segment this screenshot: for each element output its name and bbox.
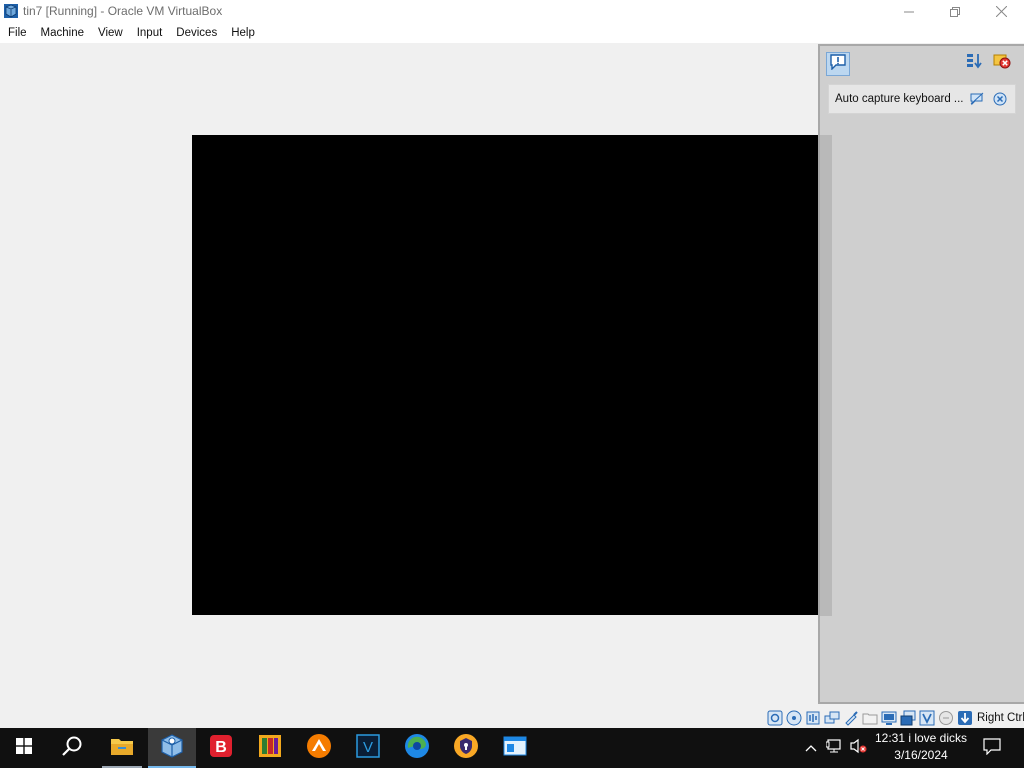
title-bar[interactable]: tin7 [Running] - Oracle VM VirtualBox bbox=[0, 0, 1024, 23]
svg-text:V: V bbox=[363, 739, 373, 756]
display-icon[interactable] bbox=[880, 709, 898, 727]
close-notification-icon[interactable] bbox=[993, 92, 1007, 106]
virtualbox-window: tin7 [Running] - Oracle VM VirtualBox Fi… bbox=[0, 0, 1024, 728]
taskbar-bitdefender[interactable]: B bbox=[197, 728, 245, 768]
window-app-icon bbox=[503, 736, 527, 761]
taskbar-file-explorer[interactable] bbox=[98, 728, 146, 768]
audio-icon[interactable] bbox=[804, 709, 822, 727]
virtualbox-icon bbox=[159, 733, 185, 764]
show-hidden-icons-button[interactable] bbox=[800, 728, 822, 768]
sort-notifications-button[interactable] bbox=[963, 53, 985, 73]
notification-tray-icon bbox=[983, 737, 1001, 760]
window-title: tin7 [Running] - Oracle VM VirtualBox bbox=[23, 4, 223, 18]
mouse-integration-icon[interactable] bbox=[937, 709, 955, 727]
edge-icon bbox=[404, 733, 430, 764]
taskbar-edge[interactable] bbox=[393, 728, 441, 768]
recording-icon[interactable] bbox=[899, 709, 917, 727]
v-app-icon: V bbox=[356, 733, 380, 763]
menu-bar: File Machine View Input Devices Help bbox=[0, 23, 1024, 43]
menu-view[interactable]: View bbox=[91, 23, 130, 43]
windows-logo-icon bbox=[16, 737, 32, 759]
clear-all-notifications-button[interactable] bbox=[991, 53, 1013, 73]
keyboard-icon[interactable] bbox=[956, 709, 974, 727]
search-button[interactable] bbox=[48, 728, 96, 768]
bitdefender-icon: B bbox=[209, 734, 233, 763]
guest-display-edge bbox=[820, 135, 832, 616]
shield-app-icon bbox=[453, 733, 479, 764]
host-key-label[interactable]: Right Ctrl bbox=[977, 712, 1024, 724]
start-button[interactable] bbox=[0, 728, 48, 768]
minimize-button[interactable] bbox=[886, 0, 932, 23]
action-center-button[interactable] bbox=[978, 728, 1006, 768]
network-icon[interactable] bbox=[823, 709, 841, 727]
usb-icon[interactable] bbox=[842, 709, 860, 727]
notification-item[interactable]: Auto capture keyboard ... bbox=[828, 84, 1016, 114]
archive-app-icon bbox=[258, 734, 282, 763]
taskbar-app-blue-window[interactable] bbox=[491, 728, 539, 768]
menu-machine[interactable]: Machine bbox=[34, 23, 91, 43]
search-icon bbox=[61, 735, 83, 762]
folder-icon bbox=[110, 736, 134, 761]
notification-icon bbox=[829, 53, 847, 75]
taskbar-app-shield[interactable] bbox=[442, 728, 490, 768]
taskbar-clock[interactable]: 12:31 i love dicks 3/16/2024 bbox=[866, 730, 976, 766]
menu-devices[interactable]: Devices bbox=[169, 23, 224, 43]
optical-drive-icon[interactable] bbox=[785, 709, 803, 727]
taskbar-app-round-orange[interactable] bbox=[295, 728, 343, 768]
taskbar-app-v[interactable]: V bbox=[344, 728, 392, 768]
taskbar-app-orange[interactable] bbox=[246, 728, 294, 768]
virtualization-icon[interactable] bbox=[918, 709, 936, 727]
orange-circle-app-icon bbox=[306, 733, 332, 764]
clear-all-icon bbox=[993, 52, 1011, 75]
restore-button[interactable] bbox=[932, 0, 978, 23]
guest-display[interactable] bbox=[192, 135, 832, 615]
shared-folders-icon[interactable] bbox=[861, 709, 879, 727]
notification-center-toggle-button[interactable] bbox=[826, 52, 850, 76]
clock-time: 12:31 i love dicks bbox=[874, 731, 968, 745]
menu-file[interactable]: File bbox=[0, 23, 34, 43]
windows-taskbar: B V 12:31 i love dicks 3/16/2024 bbox=[0, 728, 1024, 768]
clock-date: 3/16/2024 bbox=[894, 748, 948, 762]
chevron-up-icon bbox=[805, 739, 817, 757]
virtualbox-app-icon bbox=[3, 3, 19, 19]
sort-icon bbox=[965, 52, 983, 75]
menu-input[interactable]: Input bbox=[130, 23, 170, 43]
tray-network-button[interactable] bbox=[824, 728, 846, 768]
dont-show-again-icon[interactable] bbox=[970, 92, 984, 106]
hard-disk-icon[interactable] bbox=[766, 709, 784, 727]
taskbar-virtualbox[interactable] bbox=[148, 728, 196, 768]
notification-text: Auto capture keyboard ... bbox=[835, 93, 964, 105]
close-button[interactable] bbox=[978, 0, 1024, 23]
svg-text:B: B bbox=[215, 739, 227, 756]
menu-help[interactable]: Help bbox=[224, 23, 262, 43]
network-tray-icon bbox=[825, 738, 844, 759]
notification-center-panel: Auto capture keyboard ... bbox=[818, 44, 1024, 704]
status-bar: Right Ctrl bbox=[766, 708, 1024, 728]
